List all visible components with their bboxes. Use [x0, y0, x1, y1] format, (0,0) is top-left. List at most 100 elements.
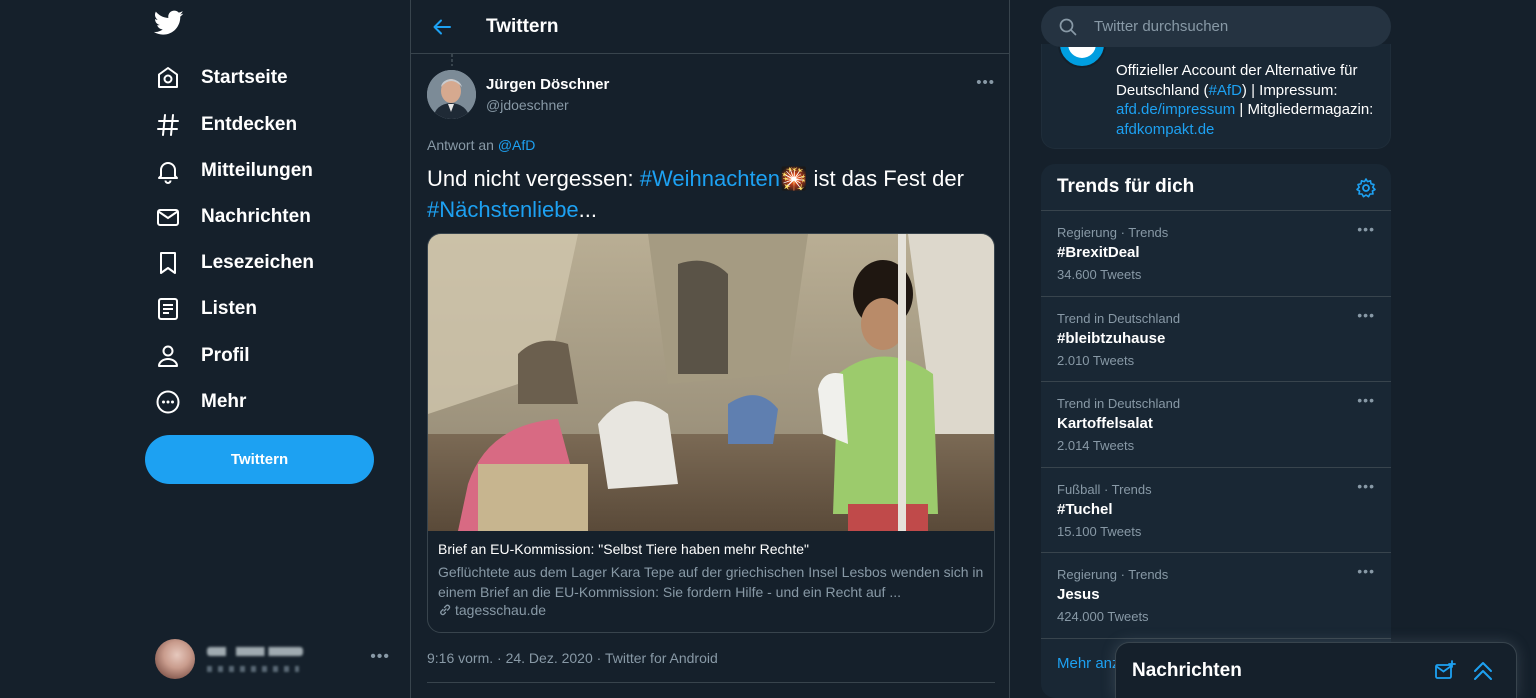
trends-panel: Trends für dich Regierung · Trends #Brex…	[1041, 164, 1391, 698]
nav-item-lists[interactable]: Listen	[154, 289, 257, 329]
trend-category: Regierung · Trends	[1057, 567, 1169, 583]
trend-name: #bleibtzuhause	[1057, 329, 1166, 347]
tweet-text-part: ist das Fest der	[807, 166, 964, 191]
trend-category: Fußball · Trends	[1057, 481, 1152, 497]
nav-item-bookmarks[interactable]: Lesezeichen	[154, 243, 314, 283]
bio-link-impressum[interactable]: afd.de/impressum	[1116, 101, 1235, 118]
tweet-button[interactable]: Twittern	[145, 435, 374, 484]
trend-name: #BrexitDeal	[1057, 244, 1140, 261]
bell-icon	[154, 157, 182, 185]
search-input[interactable]: Twitter durchsuchen	[1094, 18, 1228, 35]
hashtag-link[interactable]: #Nächstenliebe	[427, 197, 579, 222]
tweet-text-part: ...	[578, 197, 598, 222]
nav-label: Entdecken	[201, 114, 298, 135]
reply-prefix: Antwort an	[427, 137, 494, 153]
person-icon	[154, 342, 182, 370]
new-message-icon[interactable]	[1434, 660, 1456, 687]
expand-up-icon[interactable]	[1472, 660, 1494, 687]
trend-count: 15.100 Tweets	[1057, 523, 1142, 539]
link-card[interactable]: Brief an EU-Kommission: "Selbst Tiere ha…	[427, 233, 995, 633]
card-domain-text: tagesschau.de	[455, 602, 547, 618]
author-avatar[interactable]	[427, 70, 476, 119]
dock-title: Nachrichten	[1132, 659, 1242, 681]
tweet-timestamp[interactable]: 9:16 vorm. · 24. Dez. 2020 · Twitter for…	[427, 650, 718, 666]
trends-title: Trends für dich	[1057, 176, 1195, 197]
trend-name: Jesus	[1057, 586, 1100, 604]
nav-label: Listen	[201, 298, 257, 319]
nav-item-home[interactable]: Startseite	[154, 58, 288, 98]
more-circle-icon	[154, 388, 182, 416]
nav-item-more[interactable]: Mehr	[154, 382, 246, 422]
messages-dock[interactable]: Nachrichten	[1115, 642, 1517, 698]
account-switcher[interactable]: •••	[155, 638, 395, 680]
trend-item[interactable]: Trend in Deutschland #bleibtzuhause 2.01…	[1041, 297, 1391, 383]
card-image	[428, 234, 994, 531]
nav-item-messages[interactable]: Nachrichten	[154, 197, 311, 237]
profile-bio: Offizieller Account der Alternative für …	[1116, 61, 1386, 139]
right-sidebar: Offizieller Account der Alternative für …	[1041, 0, 1391, 698]
gear-icon[interactable]	[1355, 177, 1377, 204]
nav-label: Nachrichten	[201, 206, 311, 227]
nav-item-explore[interactable]: Entdecken	[154, 105, 297, 145]
nav-item-profile[interactable]: Profil	[154, 336, 250, 376]
trends-header: Trends für dich	[1041, 164, 1391, 211]
tweet-more-icon[interactable]: •••	[976, 74, 995, 91]
twitter-logo-icon[interactable]	[153, 10, 186, 42]
bio-text: | Mitgliedermagazin:	[1235, 101, 1374, 118]
reply-to-link[interactable]: @AfD	[498, 137, 536, 153]
divider	[427, 682, 995, 683]
trend-more-icon[interactable]: •••	[1357, 221, 1375, 237]
bookmark-icon	[154, 249, 182, 277]
trend-count: 424.000 Tweets	[1057, 609, 1149, 625]
trend-more-icon[interactable]: •••	[1357, 307, 1375, 323]
account-more-icon[interactable]: •••	[370, 648, 390, 666]
trend-more-icon[interactable]: •••	[1357, 392, 1375, 408]
tweet-text: Und nicht vergessen: #Weihnachten🎇 ist d…	[427, 163, 995, 225]
nav-label: Profil	[201, 345, 250, 366]
main-header: Twittern	[411, 0, 1009, 54]
nav-label: Mehr	[201, 391, 247, 412]
nav-label: Lesezeichen	[201, 252, 314, 273]
trend-category: Trend in Deutschland	[1057, 396, 1181, 412]
sparkler-emoji-icon: 🎇	[780, 166, 808, 191]
trend-item[interactable]: Regierung · Trends #BrexitDeal 34.600 Tw…	[1041, 211, 1391, 297]
trend-item[interactable]: Fußball · Trends #Tuchel 15.100 Tweets •…	[1041, 468, 1391, 554]
link-icon	[440, 604, 451, 616]
mail-icon	[154, 203, 182, 231]
tweet-text-part: Und nicht vergessen:	[427, 166, 640, 191]
trend-item[interactable]: Trend in Deutschland Kartoffelsalat 2.01…	[1041, 382, 1391, 468]
search-bar[interactable]: Twitter durchsuchen	[1041, 6, 1391, 47]
left-navigation: Startseite Entdecken Mitteilungen Nachri…	[0, 0, 410, 698]
bio-link-magazine[interactable]: afdkompakt.de	[1116, 121, 1214, 138]
card-title: Brief an EU-Kommission: "Selbst Tiere ha…	[438, 541, 809, 557]
nav-item-notifications[interactable]: Mitteilungen	[154, 151, 313, 191]
trend-name: #Tuchel	[1057, 500, 1113, 518]
back-arrow-icon[interactable]	[431, 16, 453, 38]
bio-hashtag-link[interactable]: #AfD	[1209, 82, 1242, 99]
hashtag-icon	[154, 111, 182, 139]
trend-category: Regierung · Trends	[1057, 225, 1169, 240]
reply-context: Antwort an @AfD	[427, 137, 535, 153]
bio-text: ) | Impressum:	[1241, 81, 1338, 99]
main-column: Twittern Jürgen Döschner @jdoeschner •••…	[410, 0, 1010, 698]
avatar	[155, 639, 195, 679]
list-icon	[154, 295, 182, 323]
nav-label: Mitteilungen	[201, 160, 313, 181]
trend-item[interactable]: Regierung · Trends Jesus 424.000 Tweets …	[1041, 553, 1391, 639]
home-icon	[154, 64, 182, 92]
trend-count: 2.010 Tweets	[1057, 352, 1135, 368]
profile-preview-card[interactable]: Offizieller Account der Alternative für …	[1041, 44, 1391, 149]
card-body: Brief an EU-Kommission: "Selbst Tiere ha…	[428, 531, 994, 618]
hashtag-link[interactable]: #Weihnachten	[640, 166, 780, 191]
trend-count: 2.014 Tweets	[1057, 438, 1135, 454]
thread-connector	[451, 54, 453, 66]
card-description: Geflüchtete aus dem Lager Kara Tepe auf …	[438, 564, 984, 600]
profile-avatar[interactable]	[1058, 44, 1106, 68]
trend-more-icon[interactable]: •••	[1357, 478, 1375, 494]
trend-more-icon[interactable]: •••	[1357, 563, 1375, 579]
trend-count: 34.600 Tweets	[1057, 267, 1142, 282]
nav-label: Startseite	[201, 67, 288, 88]
author-name[interactable]: Jürgen Döschner	[486, 76, 609, 93]
author-handle[interactable]: @jdoeschner	[486, 97, 569, 113]
page-title: Twittern	[486, 15, 559, 37]
